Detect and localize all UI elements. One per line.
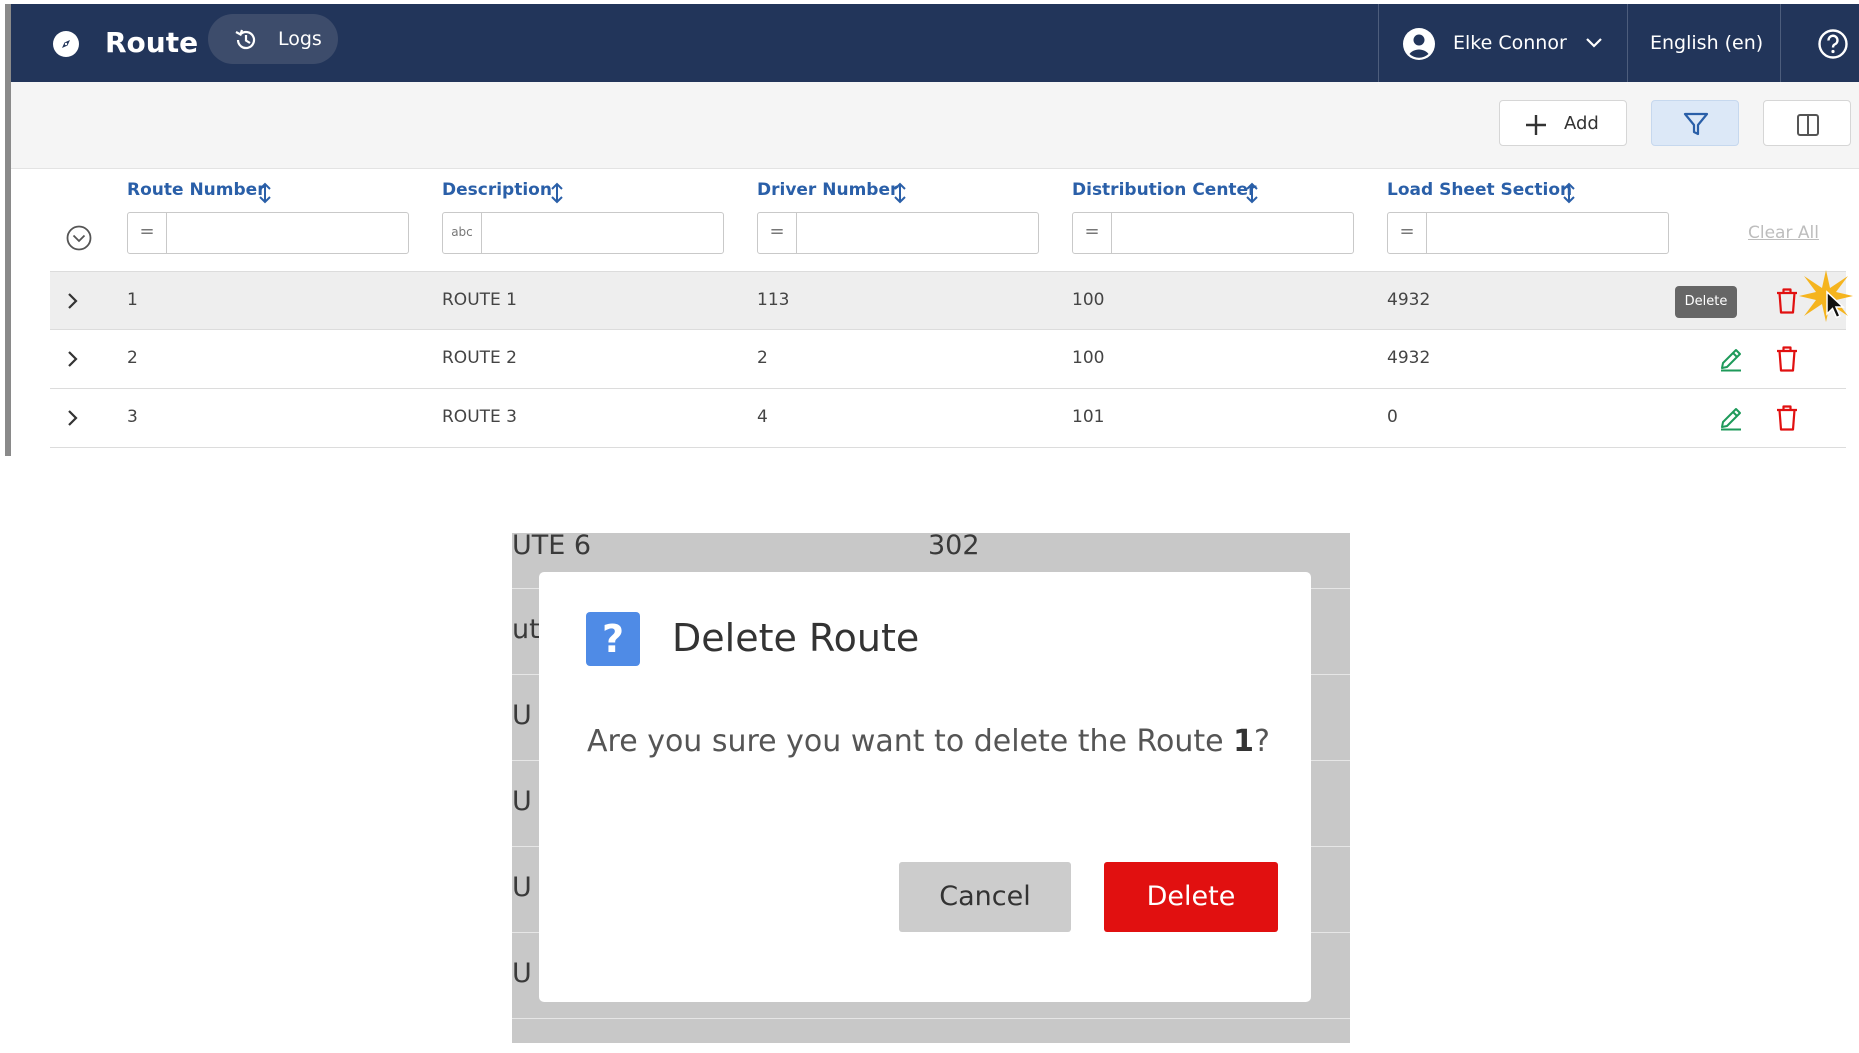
language-selector[interactable]: English (en) <box>1650 32 1763 54</box>
divider <box>1780 4 1781 82</box>
chevron-down-icon[interactable] <box>1585 37 1603 49</box>
question-icon: ? <box>586 612 640 666</box>
background-row-text: UTE 6 <box>512 533 592 561</box>
page-title: Route <box>105 26 199 59</box>
filter-operator[interactable]: abc <box>443 213 482 253</box>
route-number-filter-input[interactable] <box>172 219 401 247</box>
filter-operator[interactable]: = <box>128 213 167 253</box>
driver-number-filter: = <box>757 212 1039 254</box>
filter-operator[interactable]: = <box>1388 213 1427 253</box>
cell-description: ROUTE 1 <box>442 290 517 310</box>
add-button[interactable]: Add <box>1499 100 1627 146</box>
background-row-text: ut <box>512 614 540 645</box>
chevron-right-icon[interactable] <box>66 292 78 310</box>
column-header-load-sheet-section[interactable]: Load Sheet Section <box>1387 180 1572 200</box>
edit-icon[interactable] <box>1718 346 1744 372</box>
cell-load-sheet-section: 4932 <box>1387 348 1431 368</box>
columns-icon <box>1797 114 1819 136</box>
cell-route-number: 3 <box>127 407 138 427</box>
cell-load-sheet-section: 4932 <box>1387 290 1431 310</box>
cell-route-number: 1 <box>127 290 138 310</box>
dialog-title: Delete Route <box>672 616 920 660</box>
cell-driver-number: 4 <box>757 407 768 427</box>
add-label: Add <box>1564 113 1599 134</box>
load-sheet-section-filter: = <box>1387 212 1669 254</box>
driver-number-filter-input[interactable] <box>802 219 1031 247</box>
left-edge <box>5 4 11 456</box>
clear-all-link[interactable]: Clear All <box>1748 223 1819 243</box>
chevron-right-icon[interactable] <box>66 409 78 427</box>
description-filter-input[interactable] <box>487 219 716 247</box>
filter-button[interactable] <box>1651 100 1739 146</box>
delete-tooltip: Delete <box>1675 286 1737 318</box>
sort-icon[interactable] <box>893 182 907 204</box>
filter-operator[interactable]: = <box>1073 213 1112 253</box>
delete-button[interactable]: Delete <box>1104 862 1278 932</box>
plus-icon <box>1526 115 1546 135</box>
column-header-distribution-center[interactable]: Distribution Center <box>1072 180 1256 200</box>
delete-dialog-screenshot: UTE 6 302 ut U U U U ? Delete Route Are … <box>512 533 1350 1043</box>
distribution-center-filter-input[interactable] <box>1117 219 1346 247</box>
mouse-cursor-icon <box>1826 290 1845 319</box>
column-header-driver-number[interactable]: Driver Number <box>757 180 898 200</box>
cell-driver-number: 2 <box>757 348 768 368</box>
column-header-description[interactable]: Description <box>442 180 552 200</box>
confirm-dialog: ? Delete Route Are you sure you want to … <box>539 572 1311 1002</box>
trash-icon[interactable] <box>1775 345 1799 373</box>
cell-description: ROUTE 3 <box>442 407 517 427</box>
message-suffix: ? <box>1254 724 1270 759</box>
cell-description: ROUTE 2 <box>442 348 517 368</box>
message-target: 1 <box>1233 724 1255 759</box>
trash-icon[interactable] <box>1775 287 1799 315</box>
cell-load-sheet-section: 0 <box>1387 407 1398 427</box>
help-icon[interactable] <box>1817 28 1849 60</box>
compass-icon <box>53 31 79 57</box>
background-row-text: U <box>512 700 532 731</box>
cancel-button[interactable]: Cancel <box>899 862 1071 932</box>
user-avatar-icon[interactable] <box>1403 28 1435 60</box>
divider <box>1627 4 1628 82</box>
sort-icon[interactable] <box>1245 182 1259 204</box>
route-app-screenshot: Route Logs Elke Connor English (en) Add … <box>5 4 1859 456</box>
background-row-text: U <box>512 958 532 989</box>
sort-icon[interactable] <box>258 182 272 204</box>
logs-label: Logs <box>278 28 322 50</box>
filter-icon <box>1683 112 1709 136</box>
message-text: Are you sure you want to delete the Rout… <box>587 724 1234 759</box>
table-row[interactable]: 1 ROUTE 1 113 100 4932 Delete <box>50 270 1853 330</box>
trash-icon[interactable] <box>1775 404 1799 432</box>
divider <box>1378 4 1379 82</box>
top-bar: Route Logs Elke Connor English (en) <box>5 4 1859 82</box>
expand-all-icon[interactable] <box>65 224 93 252</box>
history-icon <box>235 29 256 50</box>
background-row-value: 302 <box>928 533 980 561</box>
cell-driver-number: 113 <box>757 290 790 310</box>
description-filter: abc <box>442 212 724 254</box>
cell-distribution-center: 100 <box>1072 290 1105 310</box>
chevron-right-icon[interactable] <box>66 350 78 368</box>
dialog-message: Are you sure you want to delete the Rout… <box>587 724 1270 759</box>
edit-icon[interactable] <box>1718 405 1744 431</box>
filter-operator[interactable]: = <box>758 213 797 253</box>
distribution-center-filter: = <box>1072 212 1354 254</box>
sort-icon[interactable] <box>1562 182 1576 204</box>
cell-route-number: 2 <box>127 348 138 368</box>
background-divider <box>512 1018 1350 1019</box>
cell-distribution-center: 100 <box>1072 348 1105 368</box>
table-row[interactable]: 3 ROUTE 3 4 101 0 <box>50 389 1846 448</box>
column-header-route-number[interactable]: Route Number <box>127 180 266 200</box>
user-name[interactable]: Elke Connor <box>1453 32 1567 54</box>
background-row-text: U <box>512 786 532 817</box>
sort-icon[interactable] <box>550 182 564 204</box>
table-toolbar: Add <box>11 82 1859 169</box>
load-sheet-section-filter-input[interactable] <box>1432 219 1661 247</box>
columns-button[interactable] <box>1763 100 1851 146</box>
background-row-text: U <box>512 872 532 903</box>
logs-button[interactable]: Logs <box>208 14 338 64</box>
route-number-filter: = <box>127 212 409 254</box>
cell-distribution-center: 101 <box>1072 407 1105 427</box>
table-row[interactable]: 2 ROUTE 2 2 100 4932 <box>50 330 1846 389</box>
